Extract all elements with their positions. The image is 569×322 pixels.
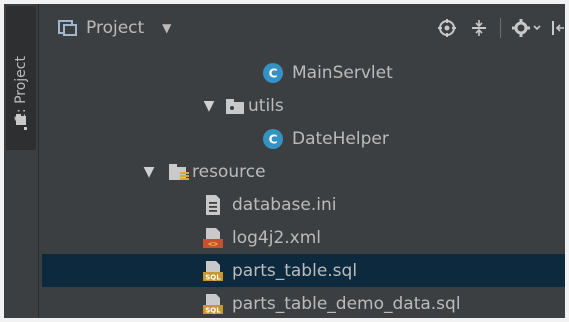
sql-file-icon: SQL bbox=[203, 260, 223, 281]
panel-header: Project ▼ bbox=[42, 4, 565, 48]
tree-item-utils[interactable]: ▼ utils bbox=[42, 89, 565, 122]
tree-item-label: utils bbox=[248, 95, 284, 116]
svg-text:<>: <> bbox=[208, 239, 218, 248]
tree-item-label: parts_table_demo_data.sql bbox=[232, 293, 461, 314]
package-folder-icon bbox=[226, 98, 244, 114]
project-panel: Project ▼ C MainServlet ▼ utils C DateHe… bbox=[42, 4, 565, 318]
settings-icon[interactable] bbox=[511, 17, 541, 39]
tree-item-datehelper[interactable]: C DateHelper bbox=[42, 122, 565, 155]
tool-window-strip: 1: Project bbox=[4, 4, 39, 318]
tree-item-mainservlet[interactable]: C MainServlet bbox=[42, 56, 565, 89]
tree-item-label: parts_table.sql bbox=[232, 260, 358, 281]
resource-folder-icon bbox=[169, 163, 189, 180]
project-tool-tab-label: 1: Project bbox=[13, 56, 29, 122]
chevron-down-icon: ▼ bbox=[162, 21, 172, 35]
class-icon: C bbox=[263, 128, 283, 149]
collapse-all-icon[interactable] bbox=[468, 17, 490, 39]
expanded-arrow-icon[interactable]: ▼ bbox=[202, 98, 216, 114]
tree-item-label: database.ini bbox=[232, 194, 337, 215]
tree-item-parts-table-demo-data-sql[interactable]: SQL parts_table_demo_data.sql bbox=[42, 287, 565, 318]
project-tool-window: 1: Project Project ▼ C MainServlet ▼ uti… bbox=[4, 4, 565, 318]
expanded-arrow-icon[interactable]: ▼ bbox=[142, 164, 156, 180]
project-view-icon bbox=[58, 20, 77, 36]
tree-item-label: resource bbox=[192, 161, 266, 182]
svg-text:C: C bbox=[269, 66, 278, 80]
sql-file-icon: SQL bbox=[203, 293, 223, 314]
svg-text:SQL: SQL bbox=[205, 273, 221, 281]
tree-item-label: MainServlet bbox=[292, 62, 393, 83]
tree-item-label: DateHelper bbox=[292, 128, 389, 149]
screenshot-frame: 1: Project Project ▼ C MainServlet ▼ uti… bbox=[0, 0, 569, 322]
project-tool-tab[interactable]: 1: Project bbox=[6, 6, 36, 150]
tree-item-database-ini[interactable]: database.ini bbox=[42, 188, 565, 221]
view-selector[interactable]: Project ▼ bbox=[58, 16, 171, 40]
header-actions bbox=[436, 16, 565, 40]
svg-text:SQL: SQL bbox=[205, 306, 221, 314]
svg-text:C: C bbox=[269, 132, 278, 146]
xml-file-icon: <> bbox=[203, 227, 223, 248]
project-folder-icon bbox=[16, 114, 27, 130]
locate-icon[interactable] bbox=[436, 17, 458, 39]
tree-item-log4j2-xml[interactable]: <> log4j2.xml bbox=[42, 221, 565, 254]
text-file-icon bbox=[206, 194, 220, 215]
tree-item-parts-table-sql[interactable]: SQL parts_table.sql bbox=[42, 254, 565, 287]
class-icon: C bbox=[263, 62, 283, 83]
toolbar-separator bbox=[500, 18, 501, 38]
tree-item-label: log4j2.xml bbox=[232, 227, 322, 248]
hide-icon[interactable] bbox=[551, 17, 565, 39]
tree-item-resource[interactable]: ▼ resource bbox=[42, 155, 565, 188]
view-title: Project bbox=[86, 18, 145, 38]
